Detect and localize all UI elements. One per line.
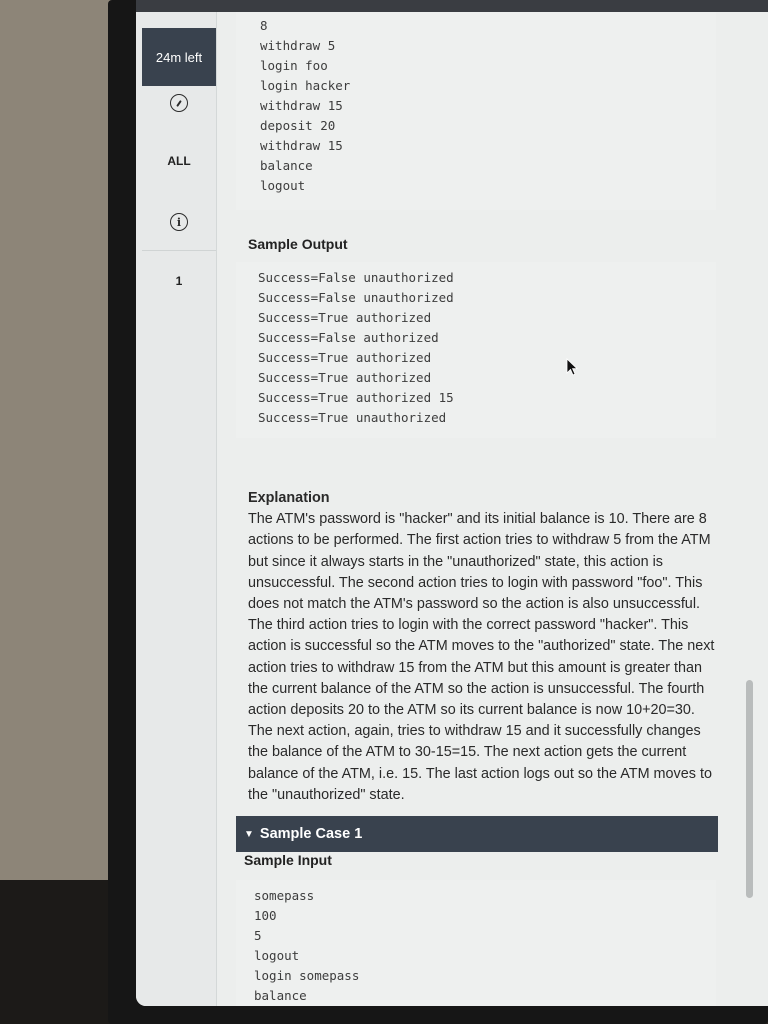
code-line: logout	[260, 178, 306, 193]
sample-input-heading: Sample Input	[244, 852, 332, 868]
sample-output-code-block: Success=False unauthorized Success=False …	[236, 262, 716, 438]
caret-down-icon: ▼	[244, 828, 254, 840]
screen: 24m left ALL i 1 8 withdraw 5 login foo log…	[136, 0, 768, 1006]
code-line: Success=True authorized	[258, 370, 432, 385]
sample-case-1-input-code-block: somepass 100 5 logout login somepass balance	[236, 880, 716, 1006]
sample-case-1-input-lines: somepass 100 5 logout login somepass balance	[236, 880, 716, 1006]
sample-output-heading: Sample Output	[248, 236, 348, 252]
code-line: Success=True authorized	[258, 350, 432, 365]
problem-content: 8 withdraw 5 login foo login hacker withdraw…	[236, 12, 736, 1006]
compass-icon[interactable]	[170, 94, 188, 112]
code-line: withdraw 15	[260, 138, 343, 153]
question-number-link[interactable]: 1	[136, 274, 222, 288]
sample-case-1-header[interactable]: ▼ Sample Case 1	[236, 816, 718, 852]
sample-input-code-block: 8 withdraw 5 login foo login hacker withdraw…	[236, 12, 716, 210]
code-line: 5	[254, 928, 262, 943]
code-line: Success=False authorized	[258, 330, 439, 345]
info-icon[interactable]: i	[170, 213, 188, 231]
code-line: 100	[254, 908, 277, 923]
code-line: balance	[254, 988, 307, 1003]
code-line: Success=False unauthorized	[258, 270, 454, 285]
code-line: Success=True authorized	[258, 310, 432, 325]
code-line: deposit 20	[260, 118, 336, 133]
code-line: login hacker	[260, 78, 351, 93]
code-line: logout	[254, 948, 300, 963]
code-line: withdraw 15	[260, 98, 343, 113]
sample-output-lines: Success=False unauthorized Success=False …	[236, 262, 716, 428]
explanation-text: The ATM's password is "hacker" and its i…	[248, 511, 715, 803]
code-line: Success=False unauthorized	[258, 290, 454, 305]
timer-badge[interactable]: 24m left	[142, 28, 216, 86]
timer-label: 24m left	[155, 49, 203, 65]
scrollbar-thumb[interactable]	[746, 680, 753, 898]
explanation-section: Explanation The ATM's password is "hacke…	[248, 488, 718, 806]
rail-divider	[142, 250, 216, 251]
sample-case-1-title: Sample Case 1	[259, 826, 363, 842]
explanation-heading: Explanation	[248, 490, 330, 506]
code-line: login foo	[260, 58, 328, 73]
left-rail: 24m left ALL i 1	[136, 12, 217, 1006]
code-line: login somepass	[254, 968, 360, 983]
background-wall	[0, 0, 112, 890]
code-line: 8	[260, 18, 268, 33]
code-line: balance	[260, 158, 313, 173]
code-line: withdraw 5	[260, 38, 336, 53]
sample-input-lines: 8 withdraw 5 login foo login hacker withdraw…	[236, 12, 716, 196]
mouse-pointer-icon	[566, 358, 578, 376]
code-line: somepass	[254, 888, 315, 903]
top-bar	[136, 0, 768, 12]
code-line: Success=True unauthorized	[258, 410, 447, 425]
code-line: Success=True authorized 15	[258, 390, 454, 405]
all-questions-link[interactable]: ALL	[136, 154, 222, 168]
